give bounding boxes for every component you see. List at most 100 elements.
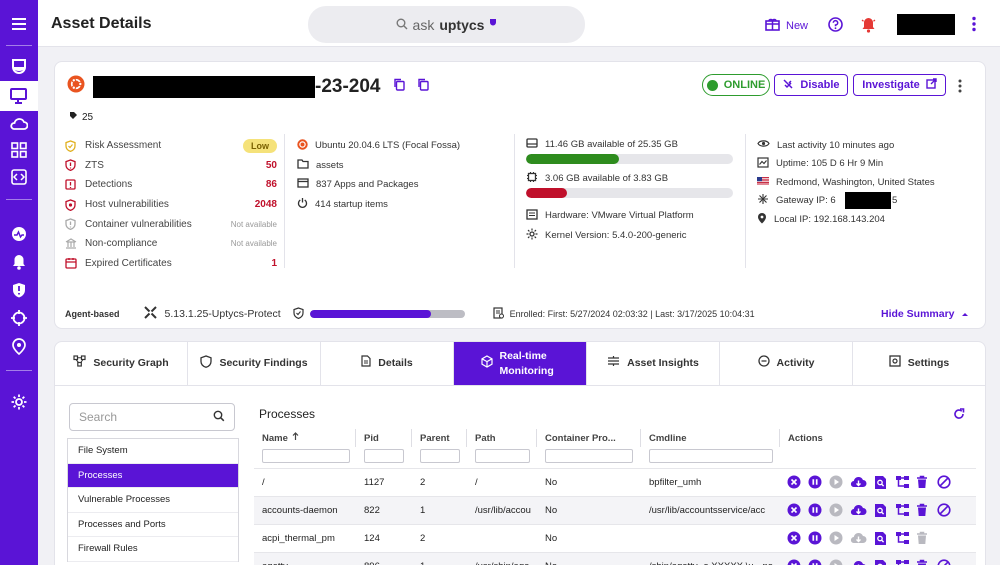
inspect-file-icon[interactable] [874,475,888,490]
tab-real-time-monitoring[interactable]: Real-time Monitoring [454,342,587,385]
delete-trash-icon[interactable] [916,503,930,518]
tab-asset-insights[interactable]: Asset Insights [587,342,720,385]
resume-process-icon[interactable] [829,531,843,546]
filter-pid-input[interactable] [364,449,404,463]
column-header-cmdline[interactable]: Cmdline [641,429,780,447]
hide-summary-button[interactable]: Hide Summary [881,308,969,320]
process-tree-icon[interactable] [895,503,909,518]
filter-cmdline-input[interactable] [649,449,773,463]
filter-container-input[interactable] [545,449,633,463]
settings-cog-icon[interactable] [0,387,38,417]
table-row[interactable]: acpi_thermal_pm 124 2 No [254,524,976,552]
asset-more-options-icon[interactable] [958,79,962,98]
risk-assessment-row[interactable]: Risk Assessment Low [65,136,277,156]
table-row[interactable]: agetty8961/usr/sbin/ageNo/sbin/agetty -o… [254,552,976,565]
inspect-file-icon[interactable] [874,531,888,546]
refresh-icon[interactable] [953,407,965,425]
detections-row[interactable]: Detections 86 [65,175,277,195]
notification-bell-icon[interactable] [861,17,876,38]
tab-security-graph[interactable]: Security Graph [55,342,188,385]
resume-process-icon[interactable] [829,559,843,565]
tab-activity[interactable]: Activity [720,342,853,385]
subnav-item-firewall-rules[interactable]: Firewall Rules [68,537,238,562]
user-menu-redacted[interactable] [897,14,955,35]
column-header-container[interactable]: Container Pro... [537,429,641,447]
cancel-process-icon[interactable] [787,531,801,546]
code-box-icon[interactable] [0,162,38,192]
filter-path-input[interactable] [475,449,530,463]
table-row[interactable]: / 1127 2 / No bpfilter_umh [254,468,976,496]
cell-name: accounts-daemon [262,505,338,516]
side-rail [0,0,38,565]
target-icon[interactable] [0,303,38,333]
settings-square-icon [889,355,901,371]
cancel-process-icon[interactable] [787,503,801,518]
download-cloud-icon[interactable] [850,503,867,518]
uptycs-shield-icon [489,14,497,30]
subnav-item-vulnerable-processes[interactable]: Vulnerable Processes [68,488,238,513]
download-cloud-icon[interactable] [850,475,867,490]
apps-row[interactable]: 837 Apps and Packages [297,175,460,195]
process-tree-icon[interactable] [895,531,909,546]
assets-nav-icon[interactable] [0,81,38,111]
location-pin-icon[interactable] [0,331,38,361]
tab-details[interactable]: Details [321,342,454,385]
download-cloud-icon[interactable] [850,559,867,565]
tab-security-findings[interactable]: Security Findings [188,342,321,385]
tab-settings[interactable]: Settings [853,342,985,385]
grid-apps-icon[interactable] [0,135,38,165]
delete-trash-icon[interactable] [916,559,930,565]
startup-row[interactable]: 414 startup items [297,195,460,215]
process-tree-icon[interactable] [895,475,909,490]
cell-path: /usr/lib/accou [475,505,531,516]
table-row[interactable]: accounts-daemon 822 1/usr/lib/accou No/usr/… [254,496,976,524]
new-features-button[interactable]: New [765,17,808,34]
pause-process-icon[interactable] [808,559,822,565]
uptycs-logo-icon[interactable] [0,51,38,81]
filter-name-input[interactable] [262,449,350,463]
tags-count[interactable]: 25 [69,111,93,123]
help-icon[interactable] [828,17,843,37]
block-ban-icon[interactable] [937,475,951,490]
subnav-item-file-system[interactable]: File System [68,439,238,464]
process-tree-icon[interactable] [895,559,909,565]
host-vulnerabilities-row[interactable]: Host vulnerabilities 2048 [65,195,277,215]
subnav-item-processes-and-ports[interactable]: Processes and Ports [68,513,238,537]
risk-level-badge: Low [243,138,277,153]
pause-process-icon[interactable] [808,531,822,546]
activity-pulse-icon[interactable] [0,219,38,249]
zts-row[interactable]: ZTS 50 [65,156,277,176]
column-header-name[interactable]: Name [254,429,356,447]
filter-parent-input[interactable] [420,449,460,463]
alerts-bell-icon[interactable] [0,247,38,277]
disable-button[interactable]: Disable [774,74,848,96]
more-options-icon[interactable] [972,16,976,37]
inspect-file-icon[interactable] [874,503,888,518]
subnav-item-processes[interactable]: Processes [68,463,238,488]
block-ban-icon[interactable] [937,503,951,518]
copy-icon[interactable] [417,78,429,96]
column-header-parent[interactable]: Parent [412,429,467,447]
block-ban-icon[interactable] [937,559,951,565]
column-header-pid[interactable]: Pid [356,429,412,447]
copy-icon[interactable] [393,78,405,96]
delete-trash-icon[interactable] [916,475,930,490]
expired-certificates-row[interactable]: Expired Certificates 1 [65,254,277,274]
inspect-file-icon[interactable] [874,559,888,565]
pause-process-icon[interactable] [808,503,822,518]
resume-process-icon[interactable] [829,475,843,490]
pause-process-icon[interactable] [808,475,822,490]
resume-process-icon[interactable] [829,503,843,518]
cancel-process-icon[interactable] [787,559,801,565]
menu-icon[interactable] [0,9,38,39]
delete-trash-icon[interactable] [916,531,930,546]
global-search-bar[interactable]: ask uptycs [308,6,585,43]
investigate-button[interactable]: Investigate [853,74,946,96]
cloud-icon[interactable] [0,108,38,138]
detections-icon[interactable] [0,275,38,305]
cancel-process-icon[interactable] [787,475,801,490]
block-ban-icon[interactable] [937,531,951,546]
subnav-search-input[interactable]: Search [69,403,235,431]
download-cloud-icon[interactable] [850,531,867,546]
column-header-path[interactable]: Path [467,429,537,447]
